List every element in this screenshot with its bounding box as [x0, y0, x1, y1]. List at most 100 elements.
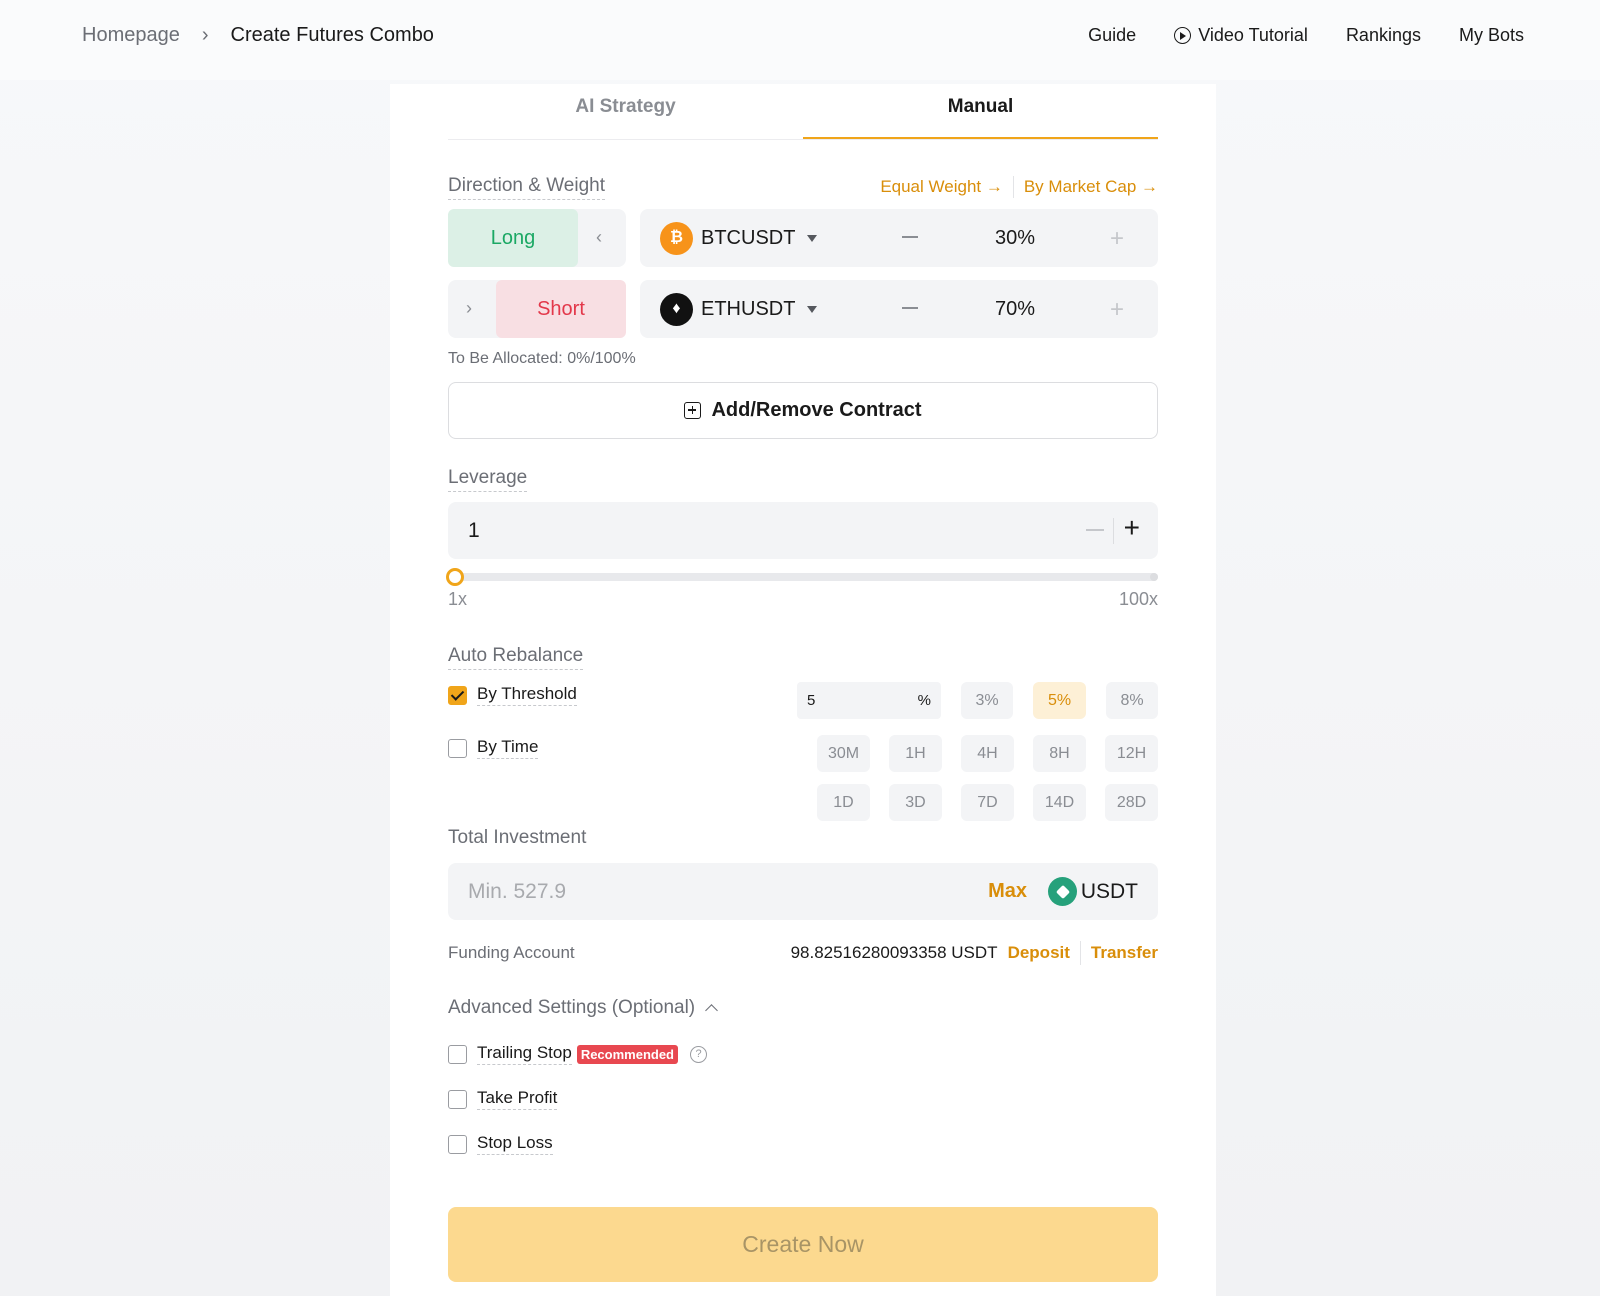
total-investment-label-row: Total Investment [448, 827, 1158, 849]
leverage-increase-button[interactable]: + [1124, 512, 1140, 544]
leverage-value: 1 [468, 518, 480, 542]
nav-video-tutorial-label: Video Tutorial [1198, 25, 1308, 45]
usdt-icon [1048, 877, 1077, 906]
currency-label: USDT [1080, 879, 1138, 903]
leverage-min-label: 1x [448, 589, 468, 609]
create-combo-card: AI Strategy Manual Direction & Weight Eq… [390, 84, 1216, 1296]
chevron-right-icon[interactable]: › [466, 298, 472, 319]
stop-loss-checkbox[interactable] [448, 1134, 467, 1154]
strategy-tabs: AI Strategy Manual [448, 84, 1158, 140]
tab-ai-strategy[interactable]: AI Strategy [448, 84, 803, 139]
page-title: Create Futures Combo [230, 24, 434, 46]
decrease-weight-button[interactable] [902, 236, 918, 238]
take-profit-option[interactable]: Take Profit [448, 1088, 1158, 1110]
threshold-input[interactable]: 5 % [797, 682, 941, 719]
take-profit-label: Take Profit [477, 1088, 558, 1110]
by-threshold-checkbox[interactable] [448, 685, 467, 705]
by-market-cap-link[interactable]: By Market Cap → [1024, 177, 1158, 197]
total-investment-label: Total Investment [448, 827, 587, 848]
total-investment-input[interactable]: Min. 527.9 Max USDT [448, 863, 1158, 920]
chevron-up-icon [705, 1004, 719, 1017]
leverage-label-row: Leverage [448, 467, 1158, 492]
caret-down-icon[interactable] [807, 305, 818, 313]
auto-rebalance-label: Auto Rebalance [448, 645, 584, 670]
time-option-14d[interactable]: 14D [1033, 784, 1086, 821]
time-option-1d[interactable]: 1D [817, 784, 870, 821]
time-option-28d[interactable]: 28D [1105, 784, 1158, 821]
direction-weight-header: Direction & Weight Equal Weight → By Mar… [448, 172, 1158, 202]
short-button[interactable]: Short [496, 280, 626, 338]
add-remove-contract-button[interactable]: Add/Remove Contract [448, 382, 1158, 439]
weight-input-eth[interactable]: 70% [980, 298, 1050, 321]
nav-guide[interactable]: Guide [1088, 25, 1136, 46]
by-threshold-option[interactable]: By Threshold [448, 684, 577, 706]
leverage-slider-end [1150, 573, 1158, 581]
total-investment-placeholder: Min. 527.9 [468, 879, 567, 903]
direction-toggle-eth: › Short [448, 280, 626, 338]
threshold-option-8[interactable]: 8% [1106, 682, 1158, 719]
threshold-option-3[interactable]: 3% [961, 682, 1013, 719]
time-option-1h[interactable]: 1H [889, 735, 942, 772]
leverage-label: Leverage [448, 467, 528, 492]
max-button[interactable]: Max [988, 880, 1027, 903]
time-option-3d[interactable]: 3D [889, 784, 942, 821]
advanced-settings-toggle[interactable]: Advanced Settings (Optional) [448, 997, 1158, 1019]
weight-presets: Equal Weight → By Market Cap → [880, 176, 1158, 198]
trailing-stop-option[interactable]: Trailing Stop Recommended ? [448, 1043, 1158, 1065]
breadcrumb: Homepage › Create Futures Combo [82, 24, 434, 47]
trailing-stop-label: Trailing Stop [477, 1043, 572, 1065]
trailing-stop-checkbox[interactable] [448, 1044, 467, 1064]
square-plus-icon [684, 402, 702, 419]
top-bar: Homepage › Create Futures Combo Guide Vi… [0, 0, 1600, 80]
direction-toggle-btc: Long ‹ [448, 209, 626, 267]
to-be-allocated-text: To Be Allocated: 0%/100% [448, 350, 636, 367]
by-time-checkbox[interactable] [448, 738, 467, 758]
chevron-left-icon[interactable]: ‹ [596, 227, 602, 248]
caret-down-icon[interactable] [807, 234, 818, 242]
take-profit-checkbox[interactable] [448, 1089, 467, 1109]
increase-weight-button[interactable]: + [1110, 296, 1124, 324]
breadcrumb-homepage-link[interactable]: Homepage [82, 24, 180, 47]
top-nav: Guide Video Tutorial Rankings My Bots [1050, 25, 1524, 46]
advanced-settings-label: Advanced Settings (Optional) [448, 997, 696, 1018]
recommended-badge: Recommended [576, 1044, 679, 1064]
transfer-link[interactable]: Transfer [1091, 943, 1158, 963]
symbol-select-btc[interactable]: BTCUSDT [701, 227, 795, 250]
time-option-12h[interactable]: 12H [1105, 735, 1158, 772]
tab-manual[interactable]: Manual [803, 84, 1158, 139]
chevron-right-icon: › [201, 24, 209, 46]
time-option-30m[interactable]: 30M [817, 735, 870, 772]
long-button[interactable]: Long [448, 209, 578, 267]
symbol-select-eth[interactable]: ETHUSDT [701, 298, 795, 321]
time-option-4h[interactable]: 4H [961, 735, 1014, 772]
nav-my-bots[interactable]: My Bots [1459, 25, 1524, 46]
nav-video-tutorial[interactable]: Video Tutorial [1174, 25, 1308, 46]
weight-input-btc[interactable]: 30% [980, 227, 1050, 250]
threshold-option-5[interactable]: 5% [1033, 682, 1086, 719]
leverage-max-label: 100x [1118, 589, 1158, 609]
by-time-option[interactable]: By Time [448, 737, 539, 759]
funding-account-row: Funding Account 98.82516280093358 USDT D… [448, 941, 1158, 965]
add-remove-contract-label: Add/Remove Contract [711, 399, 922, 421]
nav-rankings[interactable]: Rankings [1346, 25, 1421, 46]
deposit-link[interactable]: Deposit [1008, 943, 1070, 963]
funding-account-label: Funding Account [448, 943, 575, 962]
leverage-decrease-button[interactable] [1086, 529, 1104, 531]
decrease-weight-button[interactable] [902, 307, 918, 309]
stop-loss-option[interactable]: Stop Loss [448, 1133, 1158, 1155]
help-circle-icon[interactable]: ? [690, 1045, 708, 1063]
increase-weight-button[interactable]: + [1110, 225, 1124, 253]
divider [1012, 176, 1014, 198]
leverage-input[interactable]: 1 + [448, 502, 1158, 559]
time-option-8h[interactable]: 8H [1033, 735, 1086, 772]
create-now-button[interactable]: Create Now [448, 1207, 1158, 1282]
by-threshold-label: By Threshold [477, 684, 577, 706]
stop-loss-label: Stop Loss [477, 1133, 553, 1155]
time-option-7d[interactable]: 7D [961, 784, 1014, 821]
equal-weight-link[interactable]: Equal Weight → [880, 177, 1003, 197]
ethereum-icon: ♦ [660, 292, 693, 326]
leverage-slider[interactable] [446, 568, 1158, 586]
direction-weight-label: Direction & Weight [448, 175, 605, 200]
leverage-slider-thumb[interactable] [446, 568, 464, 586]
threshold-value: 5 [807, 692, 816, 709]
